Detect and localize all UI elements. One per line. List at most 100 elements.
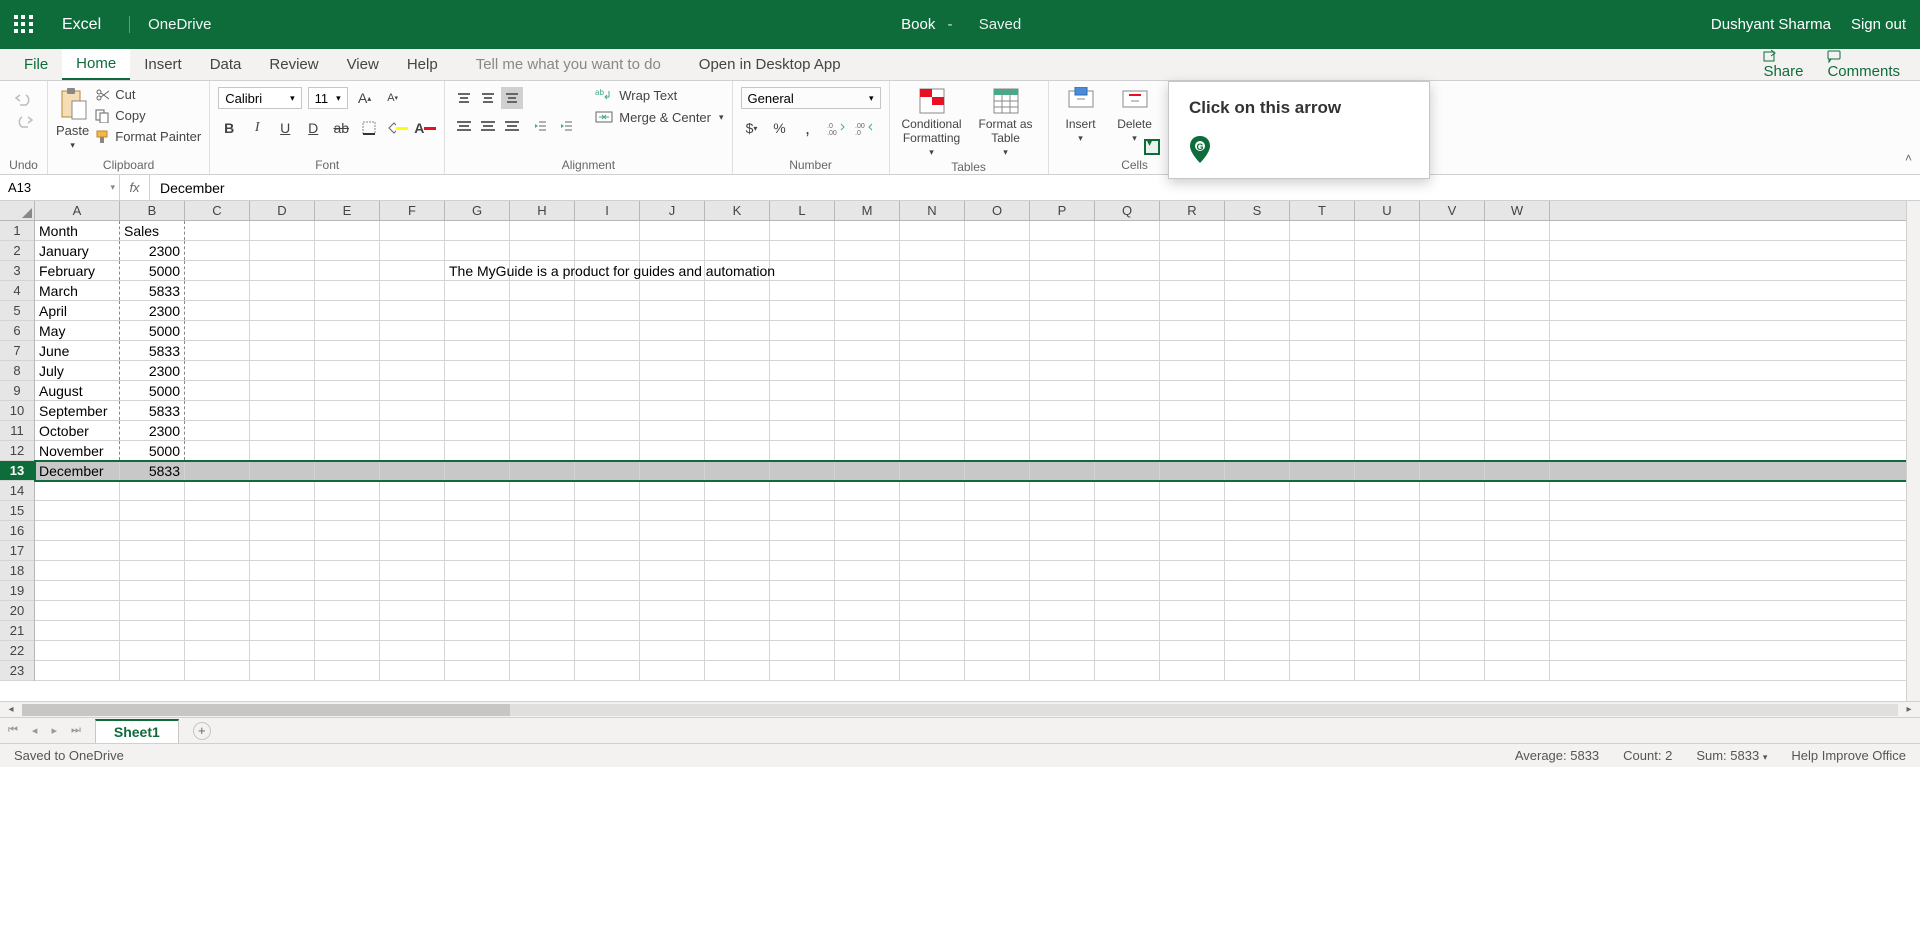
cell[interactable] bbox=[510, 241, 575, 260]
cell[interactable] bbox=[1030, 341, 1095, 360]
cell[interactable] bbox=[380, 501, 445, 520]
cell[interactable] bbox=[510, 341, 575, 360]
bold-button[interactable]: B bbox=[218, 117, 240, 139]
cell[interactable] bbox=[315, 561, 380, 580]
table-row[interactable]: April2300 bbox=[35, 301, 1920, 321]
cell[interactable] bbox=[1160, 481, 1225, 500]
table-row[interactable] bbox=[35, 641, 1920, 661]
cell[interactable] bbox=[1355, 421, 1420, 440]
cell[interactable] bbox=[1225, 401, 1290, 420]
cell[interactable] bbox=[120, 621, 185, 640]
cell[interactable] bbox=[120, 581, 185, 600]
cell[interactable] bbox=[640, 441, 705, 460]
table-row[interactable]: February5000 bbox=[35, 261, 1920, 281]
cell[interactable] bbox=[900, 521, 965, 540]
cell[interactable] bbox=[1355, 341, 1420, 360]
cell[interactable] bbox=[770, 401, 835, 420]
cell[interactable] bbox=[965, 601, 1030, 620]
cell[interactable] bbox=[185, 261, 250, 280]
table-row[interactable]: November5000 bbox=[35, 441, 1920, 461]
row-header[interactable]: 21 bbox=[0, 621, 34, 641]
cell[interactable] bbox=[250, 601, 315, 620]
cell[interactable] bbox=[770, 541, 835, 560]
cell[interactable] bbox=[1095, 601, 1160, 620]
cell[interactable] bbox=[1290, 321, 1355, 340]
increase-indent-button[interactable] bbox=[555, 115, 577, 137]
scroll-left-icon[interactable]: ◂ bbox=[4, 704, 18, 715]
cell[interactable] bbox=[1355, 501, 1420, 520]
column-header[interactable]: E bbox=[315, 201, 380, 220]
cell[interactable] bbox=[1290, 221, 1355, 240]
cell[interactable] bbox=[1030, 401, 1095, 420]
cell[interactable] bbox=[900, 381, 965, 400]
cell[interactable] bbox=[510, 361, 575, 380]
cell[interactable] bbox=[315, 281, 380, 300]
percent-button[interactable]: % bbox=[769, 117, 791, 139]
cell[interactable] bbox=[1225, 541, 1290, 560]
cell[interactable] bbox=[1095, 321, 1160, 340]
cell[interactable] bbox=[770, 461, 835, 480]
cell[interactable] bbox=[315, 481, 380, 500]
comments-button[interactable]: Comments bbox=[1827, 49, 1900, 80]
column-header[interactable]: G bbox=[445, 201, 510, 220]
cell[interactable] bbox=[1420, 221, 1485, 240]
cell[interactable] bbox=[250, 481, 315, 500]
cell[interactable] bbox=[510, 661, 575, 680]
cell[interactable] bbox=[1030, 661, 1095, 680]
cell[interactable]: 5000 bbox=[120, 261, 185, 280]
add-sheet-button[interactable]: + bbox=[193, 722, 211, 740]
horizontal-scrollbar[interactable]: ◂ ▸ bbox=[0, 701, 1920, 717]
cell[interactable]: November bbox=[35, 441, 120, 460]
cell[interactable] bbox=[1160, 461, 1225, 480]
cell[interactable] bbox=[380, 221, 445, 240]
cell[interactable] bbox=[380, 561, 445, 580]
cell[interactable] bbox=[705, 461, 770, 480]
cell[interactable] bbox=[1420, 641, 1485, 660]
column-header[interactable]: I bbox=[575, 201, 640, 220]
cell[interactable] bbox=[900, 461, 965, 480]
cell[interactable] bbox=[900, 661, 965, 680]
cell[interactable] bbox=[185, 601, 250, 620]
cell[interactable] bbox=[770, 241, 835, 260]
paste-button[interactable]: Paste ▾ bbox=[56, 87, 89, 151]
table-row[interactable]: October2300 bbox=[35, 421, 1920, 441]
cell[interactable] bbox=[1095, 261, 1160, 280]
cell[interactable] bbox=[1355, 221, 1420, 240]
italic-button[interactable]: I bbox=[246, 117, 268, 139]
cell[interactable] bbox=[900, 321, 965, 340]
fx-icon[interactable]: fx bbox=[120, 175, 150, 200]
cell[interactable] bbox=[380, 381, 445, 400]
cell[interactable] bbox=[1485, 301, 1550, 320]
cell[interactable] bbox=[1095, 241, 1160, 260]
cell[interactable] bbox=[900, 241, 965, 260]
cell[interactable] bbox=[1225, 481, 1290, 500]
cell[interactable] bbox=[1485, 261, 1550, 280]
cell[interactable] bbox=[1290, 581, 1355, 600]
cell[interactable] bbox=[705, 621, 770, 640]
cell[interactable] bbox=[445, 661, 510, 680]
cell[interactable] bbox=[1095, 661, 1160, 680]
cell[interactable] bbox=[1160, 361, 1225, 380]
cell[interactable] bbox=[1485, 441, 1550, 460]
cell[interactable] bbox=[1290, 261, 1355, 280]
cell[interactable] bbox=[1095, 341, 1160, 360]
cell[interactable] bbox=[1030, 361, 1095, 380]
row-header[interactable]: 10 bbox=[0, 401, 34, 421]
tab-file[interactable]: File bbox=[10, 49, 62, 80]
cell[interactable] bbox=[445, 361, 510, 380]
cell[interactable] bbox=[1095, 301, 1160, 320]
cell[interactable] bbox=[640, 301, 705, 320]
table-row[interactable] bbox=[35, 601, 1920, 621]
scroll-thumb[interactable] bbox=[22, 704, 510, 716]
font-size-select[interactable]: 11▾ bbox=[308, 87, 348, 109]
cell[interactable]: 5833 bbox=[120, 341, 185, 360]
cell[interactable] bbox=[315, 261, 380, 280]
cell[interactable] bbox=[250, 521, 315, 540]
format-painter-button[interactable]: Format Painter bbox=[95, 129, 201, 144]
cell[interactable] bbox=[1355, 581, 1420, 600]
cell[interactable] bbox=[1290, 361, 1355, 380]
cell[interactable] bbox=[1420, 601, 1485, 620]
cell[interactable] bbox=[1355, 541, 1420, 560]
cell[interactable] bbox=[900, 421, 965, 440]
cell[interactable] bbox=[575, 501, 640, 520]
